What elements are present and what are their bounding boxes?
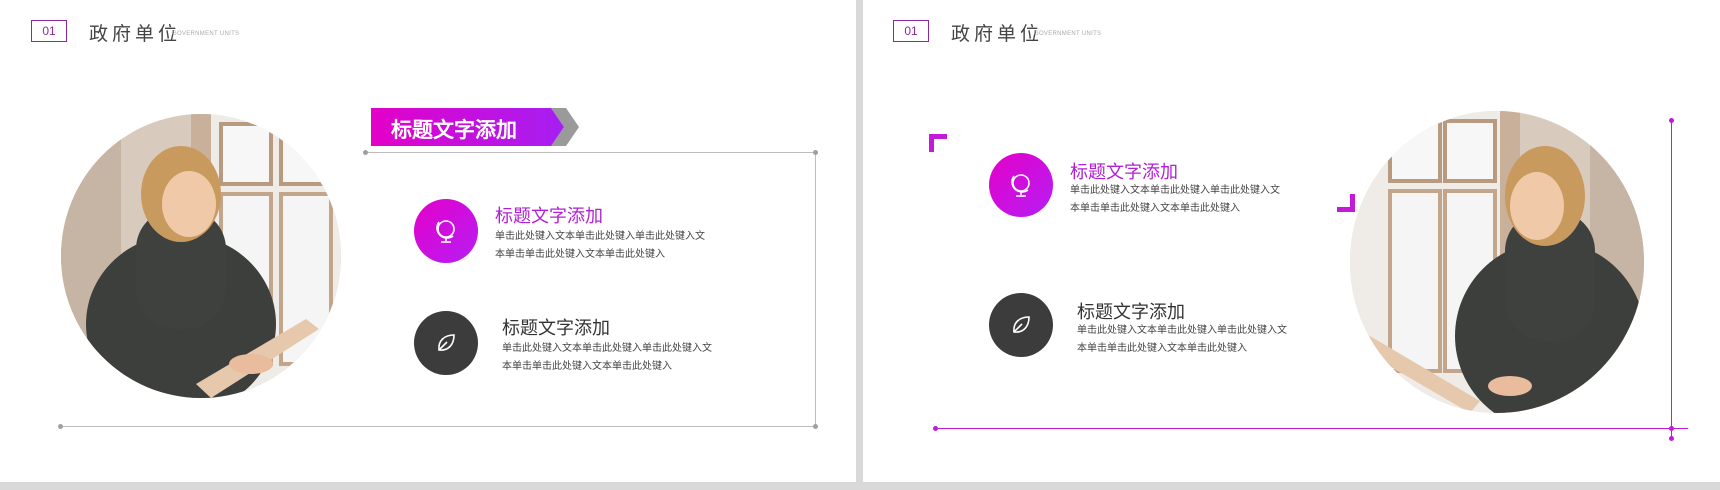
- section-number-badge: 01: [893, 20, 929, 42]
- slide-left: 01 政府单位 GOVERNMENT UNITS 标题文字添加 标题文字添加 单…: [0, 0, 856, 482]
- frame-dot: [1669, 426, 1674, 431]
- globe-icon: [1011, 174, 1030, 197]
- leaf-icon: [1013, 316, 1030, 333]
- frame-right-line: [815, 152, 816, 426]
- frame-dot: [813, 424, 818, 429]
- frame-bottom-line-end: [1633, 428, 1688, 429]
- leaf-icon: [438, 334, 455, 351]
- globe-icon: [436, 220, 455, 243]
- woman-with-laptop-photo: [1350, 111, 1644, 413]
- item-body: 单击此处键入文本单击此处键入单击此处键入文 本单击单击此处键入文本单击此处键入: [1077, 322, 1287, 358]
- frame-top-line: [365, 152, 815, 153]
- item-body-line: 本单击单击此处键入文本单击此处键入: [502, 361, 672, 372]
- item-title: 标题文字添加: [502, 318, 610, 339]
- item-body-line: 单击此处键入文本单击此处键入单击此处键入文: [502, 343, 712, 354]
- item-body-line: 本单击单击此处键入文本单击此处键入: [1077, 343, 1247, 354]
- item-icon-badge: [414, 199, 478, 263]
- item-icon-badge: [989, 293, 1053, 357]
- item-body: 单击此处键入文本单击此处键入单击此处键入文 本单击单击此处键入文本单击此处键入: [502, 340, 712, 376]
- frame-bottom-line: [935, 428, 1633, 429]
- section-subtitle: GOVERNMENT UNITS: [172, 31, 240, 37]
- slide-right: 01 政府单位 GOVERNMENT UNITS 标题文字添加 单击此处键入文本…: [863, 0, 1720, 482]
- woman-with-laptop-photo: [61, 114, 341, 398]
- frame-dot: [813, 150, 818, 155]
- frame-dot: [58, 424, 63, 429]
- title-banner: 标题文字添加: [371, 108, 579, 146]
- item-body-line: 单击此处键入文本单击此处键入单击此处键入文: [1070, 185, 1280, 196]
- section-subtitle: GOVERNMENT UNITS: [1034, 31, 1102, 37]
- corner-bracket-top-left: [929, 134, 947, 152]
- item-title: 标题文字添加: [495, 206, 603, 227]
- item-body-line: 单击此处键入文本单击此处键入单击此处键入文: [1077, 325, 1287, 336]
- item-title: 标题文字添加: [1077, 302, 1185, 323]
- frame-right-line: [1671, 120, 1672, 438]
- corner-bracket-bottom-right: [1337, 194, 1355, 212]
- frame-dot: [1669, 118, 1674, 123]
- frame-dot: [1669, 436, 1674, 441]
- frame-bottom-line: [60, 426, 816, 427]
- section-title: 政府单位: [951, 23, 1044, 45]
- item-icon-badge: [989, 153, 1053, 217]
- item-body-line: 本单击单击此处键入文本单击此处键入: [1070, 203, 1240, 214]
- frame-dot: [933, 426, 938, 431]
- item-body: 单击此处键入文本单击此处键入单击此处键入文 本单击单击此处键入文本单击此处键入: [1070, 182, 1280, 218]
- section-title: 政府单位: [89, 23, 182, 45]
- banner-label: 标题文字添加: [391, 118, 517, 142]
- frame-dot: [363, 150, 368, 155]
- section-number-badge: 01: [31, 20, 67, 42]
- item-body: 单击此处键入文本单击此处键入单击此处键入文 本单击单击此处键入文本单击此处键入: [495, 228, 705, 264]
- item-title: 标题文字添加: [1070, 162, 1178, 183]
- item-icon-badge: [414, 311, 478, 375]
- item-body-line: 单击此处键入文本单击此处键入单击此处键入文: [495, 231, 705, 242]
- item-body-line: 本单击单击此处键入文本单击此处键入: [495, 249, 665, 260]
